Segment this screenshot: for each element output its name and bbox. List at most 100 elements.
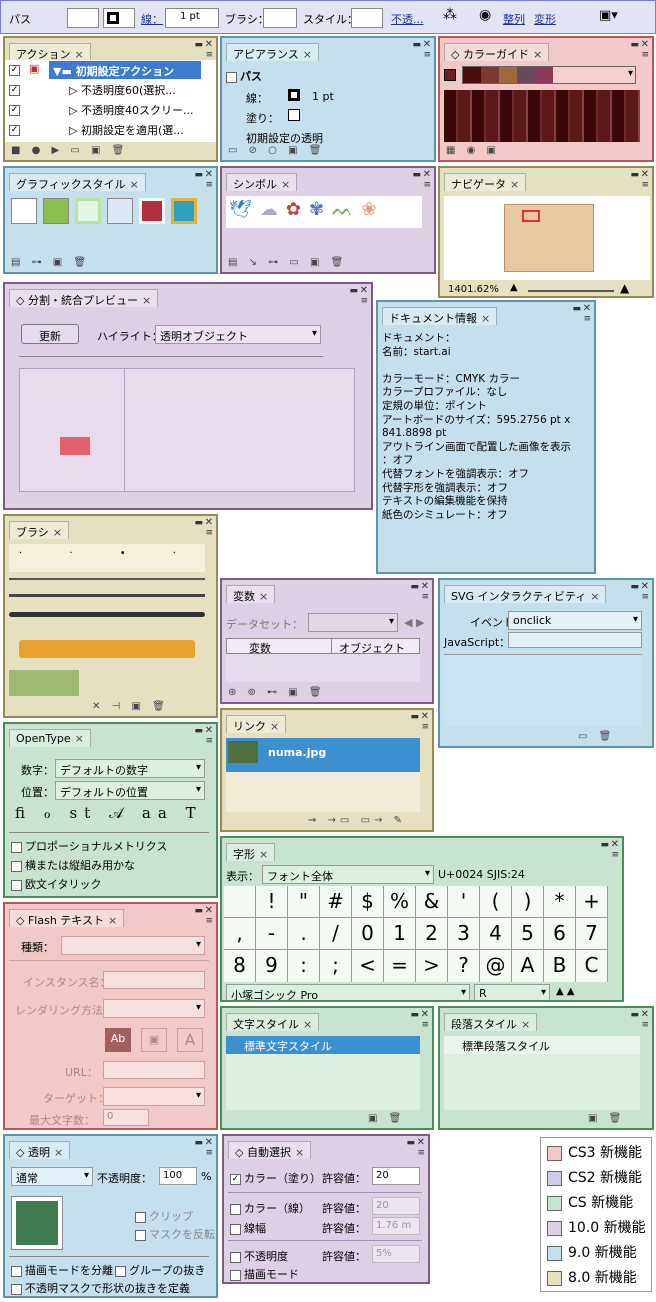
glyph-cell[interactable]: - xyxy=(256,918,288,950)
glyph-cell[interactable] xyxy=(224,886,256,918)
max-chars-field[interactable]: 0 xyxy=(103,1109,149,1126)
glyph-cell[interactable]: $ xyxy=(352,886,384,918)
graphic-styles-footer[interactable]: ▤ ⊶ ▣ 🗑 xyxy=(5,254,216,272)
tab-color-guide[interactable]: ◇ カラーガイド × xyxy=(444,43,550,61)
panel-menu-icon[interactable]: ≡ xyxy=(417,1148,425,1158)
brush-select[interactable] xyxy=(263,8,297,28)
glyph-cell[interactable]: 4 xyxy=(480,918,512,950)
style-swatch[interactable] xyxy=(171,198,197,224)
tab-magic-wand[interactable]: ◇ 自動選択 × xyxy=(228,1141,312,1159)
close-icon[interactable]: ✕ xyxy=(641,581,649,592)
tab-document-info[interactable]: ドキュメント情報 × xyxy=(382,307,498,325)
stroke-tolerance-field[interactable]: 20 xyxy=(372,1197,420,1215)
panel-menu-icon[interactable]: ≡ xyxy=(205,180,213,190)
color-variation-grid[interactable] xyxy=(444,90,640,142)
scatter-brush[interactable] xyxy=(9,578,205,580)
glyph-cell[interactable]: 1 xyxy=(384,918,416,950)
harmony-rules-select[interactable] xyxy=(462,66,636,84)
close-icon[interactable]: ✕ xyxy=(205,517,213,528)
glyph-cell[interactable]: & xyxy=(416,886,448,918)
pattern-brush[interactable] xyxy=(9,670,79,696)
checkbox-proportional[interactable]: プロポーショナルメトリクス xyxy=(11,838,167,854)
prev-next-icons[interactable]: ◀ ▶ xyxy=(404,616,424,629)
base-color-swatch[interactable] xyxy=(444,69,456,81)
close-icon[interactable]: ✕ xyxy=(360,285,368,296)
close-icon[interactable]: ✕ xyxy=(583,303,591,314)
stroke-swatch[interactable] xyxy=(103,8,135,28)
tab-paragraph-styles[interactable]: 段落スタイル × xyxy=(444,1013,538,1031)
checkbox-roman-italic[interactable]: 欧文イタリック xyxy=(11,876,102,892)
recolor-icon[interactable]: ◉ xyxy=(479,7,491,23)
highlight-select[interactable]: 透明オブジェクト xyxy=(155,325,321,344)
calligraphic-brushes[interactable]: · · • · ▪ ● xyxy=(9,544,216,572)
glyph-cell[interactable]: * xyxy=(544,886,576,918)
panel-menu-icon[interactable]: ≡ xyxy=(205,736,213,746)
fill-color-checkbox[interactable]: ✓ カラー（塗り） xyxy=(230,1170,321,1186)
instance-field[interactable] xyxy=(103,971,205,989)
action-item[interactable]: ▷ 不透明度60(選択... xyxy=(69,82,176,98)
tab-graphic-styles[interactable]: グラフィックスタイル × xyxy=(9,173,146,191)
glyph-cell[interactable]: > xyxy=(416,950,448,982)
art-brush[interactable] xyxy=(9,594,205,597)
style-swatch[interactable] xyxy=(139,198,165,224)
refresh-button[interactable]: 更新 xyxy=(21,324,79,344)
svg-footer[interactable]: ▭ 🗑 xyxy=(572,728,652,746)
javascript-field[interactable] xyxy=(508,632,642,648)
appearance-footer[interactable]: ▭ ⊘ ○ ▣ 🗑 xyxy=(222,142,434,160)
character-styles-footer[interactable]: ▣ 🗑 xyxy=(362,1110,432,1128)
invert-mask-checkbox[interactable]: マスクを反転 xyxy=(135,1226,215,1242)
tab-variables[interactable]: 変数 × xyxy=(226,585,276,603)
panel-menu-icon[interactable]: ≡ xyxy=(421,592,429,602)
navigator-preview[interactable] xyxy=(444,196,650,280)
action-item[interactable]: ▷ 初期設定を適用(選... xyxy=(69,122,184,138)
symbols-footer[interactable]: ▤ ↘ ⊶ ▭ ▣ 🗑 xyxy=(222,254,434,272)
close-icon[interactable]: ✕ xyxy=(205,39,213,50)
chevron-down-icon[interactable]: ▾ xyxy=(628,68,633,79)
glyph-grid[interactable]: ! " # $% & '() * + , -./0 1 2 3 4 5 6 7 8 9:; < = >? @ A B C xyxy=(224,886,608,982)
appearance-stroke-swatch[interactable] xyxy=(288,89,300,101)
glyph-cell[interactable]: , xyxy=(224,918,256,950)
events-list[interactable] xyxy=(444,654,642,726)
panel-menu-icon[interactable]: ≡ xyxy=(583,314,591,324)
glyph-cell[interactable]: ' xyxy=(448,886,480,918)
zoom-out-icon[interactable]: ▲ xyxy=(510,282,518,293)
tab-symbols[interactable]: シンボル × xyxy=(226,173,298,191)
select-similar-icon[interactable]: ⁂ xyxy=(443,7,457,23)
glyph-cell[interactable]: " xyxy=(288,886,320,918)
panel-menu-icon[interactable]: ≡ xyxy=(641,180,649,190)
url-field[interactable] xyxy=(103,1061,205,1079)
tab-links[interactable]: リンク × xyxy=(226,715,287,733)
panel-menu-icon[interactable]: ≡ xyxy=(641,592,649,602)
tab-character-styles[interactable]: 文字スタイル × xyxy=(226,1013,320,1031)
glyph-cell[interactable]: ; xyxy=(320,950,352,982)
variables-footer[interactable]: ⊛ ⊚ ⊷ ▣ 🗑 xyxy=(222,684,432,702)
glyph-cell[interactable]: 6 xyxy=(544,918,576,950)
glyph-cell[interactable]: . xyxy=(288,918,320,950)
glyph-cell[interactable]: % xyxy=(384,886,416,918)
style-swatch[interactable] xyxy=(107,198,133,224)
close-icon[interactable]: ✕ xyxy=(641,1009,649,1020)
tab-flattener-preview[interactable]: ◇ 分割・統合プレビュー × xyxy=(9,289,159,307)
tab-transparency[interactable]: ◇ 透明 × xyxy=(9,1141,71,1159)
close-icon[interactable]: ✕ xyxy=(421,1009,429,1020)
font-family-select[interactable]: 小塚ゴシック Pro xyxy=(226,984,470,1000)
stroke-label[interactable]: 線： xyxy=(141,11,163,27)
panel-menu-icon[interactable]: ≡ xyxy=(360,296,368,306)
isolate-blending-checkbox[interactable]: 描画モードを分離 xyxy=(11,1262,113,1278)
position-select[interactable]: デフォルトの位置 xyxy=(55,781,205,800)
fill-tolerance-field[interactable]: 20 xyxy=(372,1167,420,1185)
action-set[interactable]: ▼▬ 初期設定アクション xyxy=(49,61,201,79)
checkbox-kana[interactable]: 横または縦組み用かな xyxy=(11,857,135,873)
links-footer[interactable]: ⇝ →▭ ▭→ ✎ xyxy=(302,812,432,830)
opentype-feature-buttons[interactable]: ﬁ ℴ st 𝒜 aa T 1st ½ xyxy=(15,804,216,822)
figure-select[interactable]: デフォルトの数字 xyxy=(55,759,205,778)
links-list[interactable] xyxy=(226,772,420,812)
blend-mode-checkbox[interactable]: 描画モード xyxy=(230,1266,299,1282)
tab-svg-interactivity[interactable]: SVG インタラクティビティ × xyxy=(444,585,607,603)
bridge-icon[interactable]: ▣▾ xyxy=(599,8,618,23)
close-icon[interactable]: ✕ xyxy=(205,725,213,736)
panel-menu-icon[interactable]: ≡ xyxy=(641,1020,649,1030)
panel-menu-icon[interactable]: ≡ xyxy=(421,722,429,732)
close-icon[interactable]: ✕ xyxy=(641,169,649,180)
object-thumbnail[interactable] xyxy=(11,1196,63,1250)
